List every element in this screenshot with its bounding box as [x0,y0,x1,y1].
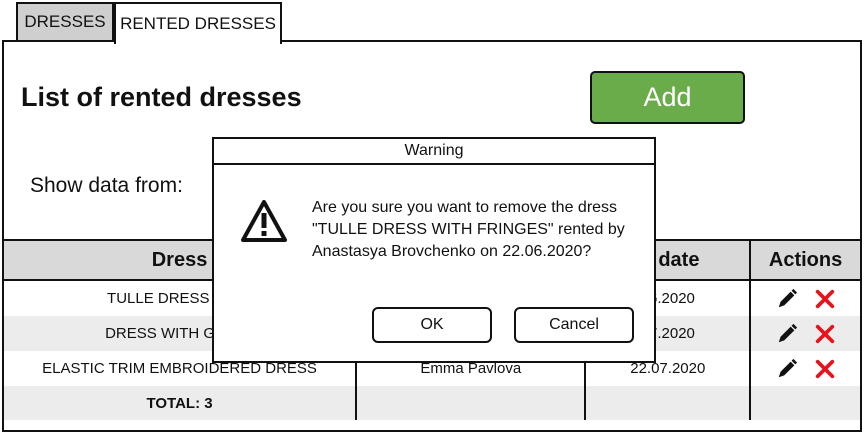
show-data-label: Show data from: [30,174,183,197]
ok-button[interactable]: OK [372,307,492,343]
dialog-message: Are you sure you want to remove the dres… [312,199,625,260]
pencil-icon[interactable] [776,323,798,345]
column-header-actions: Actions [749,239,862,281]
close-icon[interactable] [814,288,836,310]
close-icon[interactable] [814,358,836,380]
add-button[interactable]: Add [590,71,745,124]
page-title: List of rented dresses [21,82,302,112]
actions-cell [749,280,862,316]
tab-label: RENTED DRESSES [120,14,276,33]
close-icon[interactable] [814,323,836,345]
tab-dresses[interactable]: DRESSES [16,2,114,40]
tab-rented-dresses[interactable]: RENTED DRESSES [114,2,282,44]
dialog-title: Warning [214,139,654,165]
cancel-button[interactable]: Cancel [514,307,634,343]
total-row: TOTAL: 3 [1,386,862,420]
pencil-icon[interactable] [776,358,798,380]
warning-dialog: Warning Are you sure you want to remove … [212,137,656,363]
total-label: TOTAL: 3 [1,386,358,420]
actions-cell [749,316,862,351]
tab-label: DRESSES [24,12,106,31]
pencil-icon[interactable] [776,288,798,310]
warning-icon [241,200,287,242]
actions-cell [749,351,862,386]
